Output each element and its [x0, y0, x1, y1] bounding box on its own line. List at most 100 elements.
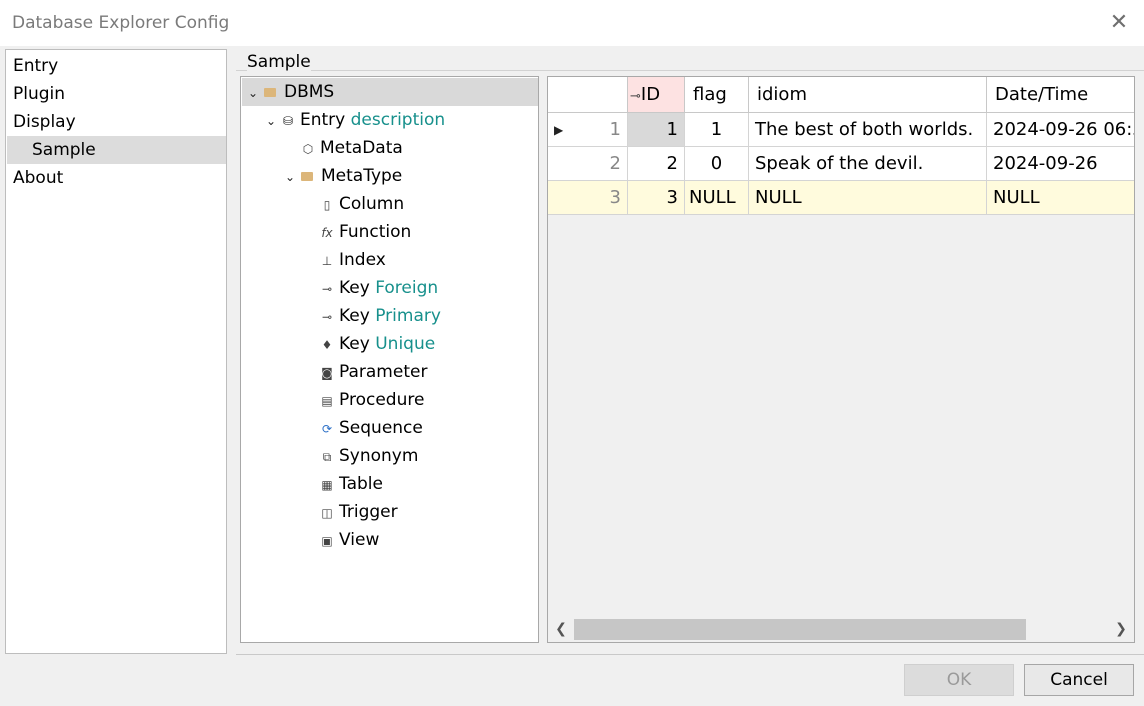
scrollbar-thumb[interactable] — [574, 619, 1026, 640]
tree-label: Procedure — [339, 390, 425, 410]
group-separator — [236, 70, 1144, 71]
tree-node-metadata[interactable]: ⬡ MetaData — [300, 134, 403, 162]
tree-label-dbms: DBMS — [284, 82, 335, 102]
cell-id[interactable]: 2 — [628, 147, 685, 181]
chevron-down-icon[interactable]: ⌄ — [285, 163, 299, 191]
row-number: 1 — [609, 119, 621, 140]
tree-entry-description: description — [350, 110, 446, 130]
header-idiom[interactable]: idiom — [749, 77, 987, 113]
tree-label-entry: Entry — [300, 110, 346, 130]
primary-key-icon: ⊸ — [321, 310, 333, 324]
tree-label: Table — [339, 474, 383, 494]
tree-label-metadata: MetaData — [320, 138, 403, 158]
row-header[interactable]: ▶ 1 — [548, 113, 628, 147]
tree-label-metatype: MetaType — [321, 166, 403, 186]
tree-node-dbms[interactable]: ⌄ DBMS — [242, 78, 538, 106]
cell-idiom[interactable]: The best of both worlds. — [749, 113, 987, 147]
synonym-icon: ⧉ — [322, 450, 332, 464]
table-icon: ▦ — [321, 478, 333, 492]
cell-flag[interactable]: 0 — [685, 147, 749, 181]
column-icon: ▯ — [323, 198, 331, 212]
row-header[interactable]: 3 — [548, 181, 628, 215]
tree-label: Function — [339, 222, 412, 242]
tree-node-function[interactable]: fx Function — [319, 218, 411, 246]
cell-idiom[interactable]: Speak of the devil. — [749, 147, 987, 181]
tree-label: Key — [339, 278, 370, 298]
cube-icon: ⬡ — [302, 142, 314, 156]
grid-corner — [548, 77, 628, 113]
folder-icon — [264, 87, 276, 97]
tree-label-extra: Unique — [375, 334, 436, 354]
cell-idiom[interactable]: NULL — [749, 181, 987, 215]
group-bottom-line — [236, 654, 1144, 655]
nav-item-about[interactable]: About — [7, 164, 226, 192]
title-bar: Database Explorer Config ✕ — [0, 0, 1144, 46]
header-label: ID — [640, 84, 661, 105]
parameter-icon: ◙ — [321, 366, 333, 380]
tree-node-entry[interactable]: ⌄ ⛁ Entry description — [266, 106, 445, 134]
cancel-button[interactable]: Cancel — [1024, 664, 1134, 696]
trigger-icon: ◫ — [321, 506, 333, 520]
close-icon[interactable]: ✕ — [1104, 8, 1134, 38]
tree-node-synonym[interactable]: ⧉ Synonym — [319, 442, 419, 470]
cell-datetime[interactable]: NULL — [987, 181, 1134, 215]
header-flag[interactable]: flag — [685, 77, 749, 113]
cell-flag[interactable]: 1 — [685, 113, 749, 147]
foreign-key-icon: ⊸ — [321, 282, 333, 296]
tree-node-parameter[interactable]: ◙ Parameter — [319, 358, 427, 386]
tree-node-view[interactable]: ▣ View — [319, 526, 379, 554]
index-icon: ⊥ — [321, 254, 333, 268]
row-header[interactable]: 2 — [548, 147, 628, 181]
current-row-icon: ▶ — [554, 123, 564, 137]
tree-label: Sequence — [339, 418, 423, 438]
sample-data-grid[interactable]: ⊸ID flag idiom Date/Time ▶ 1 1 1 The best… — [547, 76, 1135, 643]
chevron-down-icon[interactable]: ⌄ — [248, 79, 262, 107]
tree-label: Index — [339, 250, 386, 270]
tree-label-extra: Primary — [375, 306, 441, 326]
tree-label: Parameter — [339, 362, 428, 382]
nav-item-sample[interactable]: Sample — [7, 136, 226, 164]
tree-label-extra: Foreign — [375, 278, 439, 298]
tree-label: View — [339, 530, 380, 550]
ok-button[interactable]: OK — [904, 664, 1014, 696]
tree-node-table[interactable]: ▦ Table — [319, 470, 383, 498]
tree-node-key-unique[interactable]: ♦ Key Unique — [319, 330, 436, 358]
tree-node-key-foreign[interactable]: ⊸ Key Foreign — [319, 274, 438, 302]
view-icon: ▣ — [321, 534, 333, 548]
nav-item-display[interactable]: Display — [7, 108, 226, 136]
tree-node-column[interactable]: ▯ Column — [319, 190, 404, 218]
tree-node-procedure[interactable]: ▤ Procedure — [319, 386, 424, 414]
primary-key-icon: ⊸ — [630, 89, 641, 104]
tree-node-trigger[interactable]: ◫ Trigger — [319, 498, 398, 526]
cell-flag[interactable]: NULL — [685, 181, 749, 215]
function-icon: fx — [321, 226, 333, 240]
scroll-right-icon[interactable]: ❯ — [1110, 617, 1132, 642]
tree-label: Key — [339, 334, 370, 354]
cell-id[interactable]: 3 — [628, 181, 685, 215]
sample-tree: ⌄ DBMS ⌄ ⛁ Entry description ⬡ MetaData ⌄ Met… — [240, 76, 539, 643]
folder-icon — [301, 171, 313, 181]
window-title: Database Explorer Config — [12, 13, 230, 33]
settings-nav: Entry Plugin Display Sample About — [5, 49, 227, 654]
sequence-icon: ⟳ — [321, 422, 333, 436]
tree-node-index[interactable]: ⊥ Index — [319, 246, 386, 274]
nav-item-plugin[interactable]: Plugin — [7, 80, 226, 108]
group-title: Sample — [247, 52, 311, 72]
horizontal-scrollbar[interactable]: ❮ ❯ — [548, 617, 1134, 642]
scroll-left-icon[interactable]: ❮ — [550, 617, 572, 642]
nav-item-entry[interactable]: Entry — [7, 52, 226, 80]
tree-node-metatype[interactable]: ⌄ MetaType — [285, 162, 402, 190]
header-id[interactable]: ⊸ID — [628, 77, 685, 113]
tree-node-sequence[interactable]: ⟳ Sequence — [319, 414, 423, 442]
chevron-down-icon[interactable]: ⌄ — [266, 107, 280, 135]
database-icon: ⛁ — [282, 114, 294, 128]
unique-key-icon: ♦ — [321, 338, 333, 352]
tree-label: Synonym — [339, 446, 419, 466]
tree-node-key-primary[interactable]: ⊸ Key Primary — [319, 302, 441, 330]
cell-id[interactable]: 1 — [628, 113, 685, 147]
tree-label: Column — [339, 194, 405, 214]
tree-label: Trigger — [339, 502, 398, 522]
cell-datetime[interactable]: 2024-09-26 06:3 — [987, 113, 1134, 147]
header-datetime[interactable]: Date/Time — [987, 77, 1134, 113]
cell-datetime[interactable]: 2024-09-26 — [987, 147, 1134, 181]
